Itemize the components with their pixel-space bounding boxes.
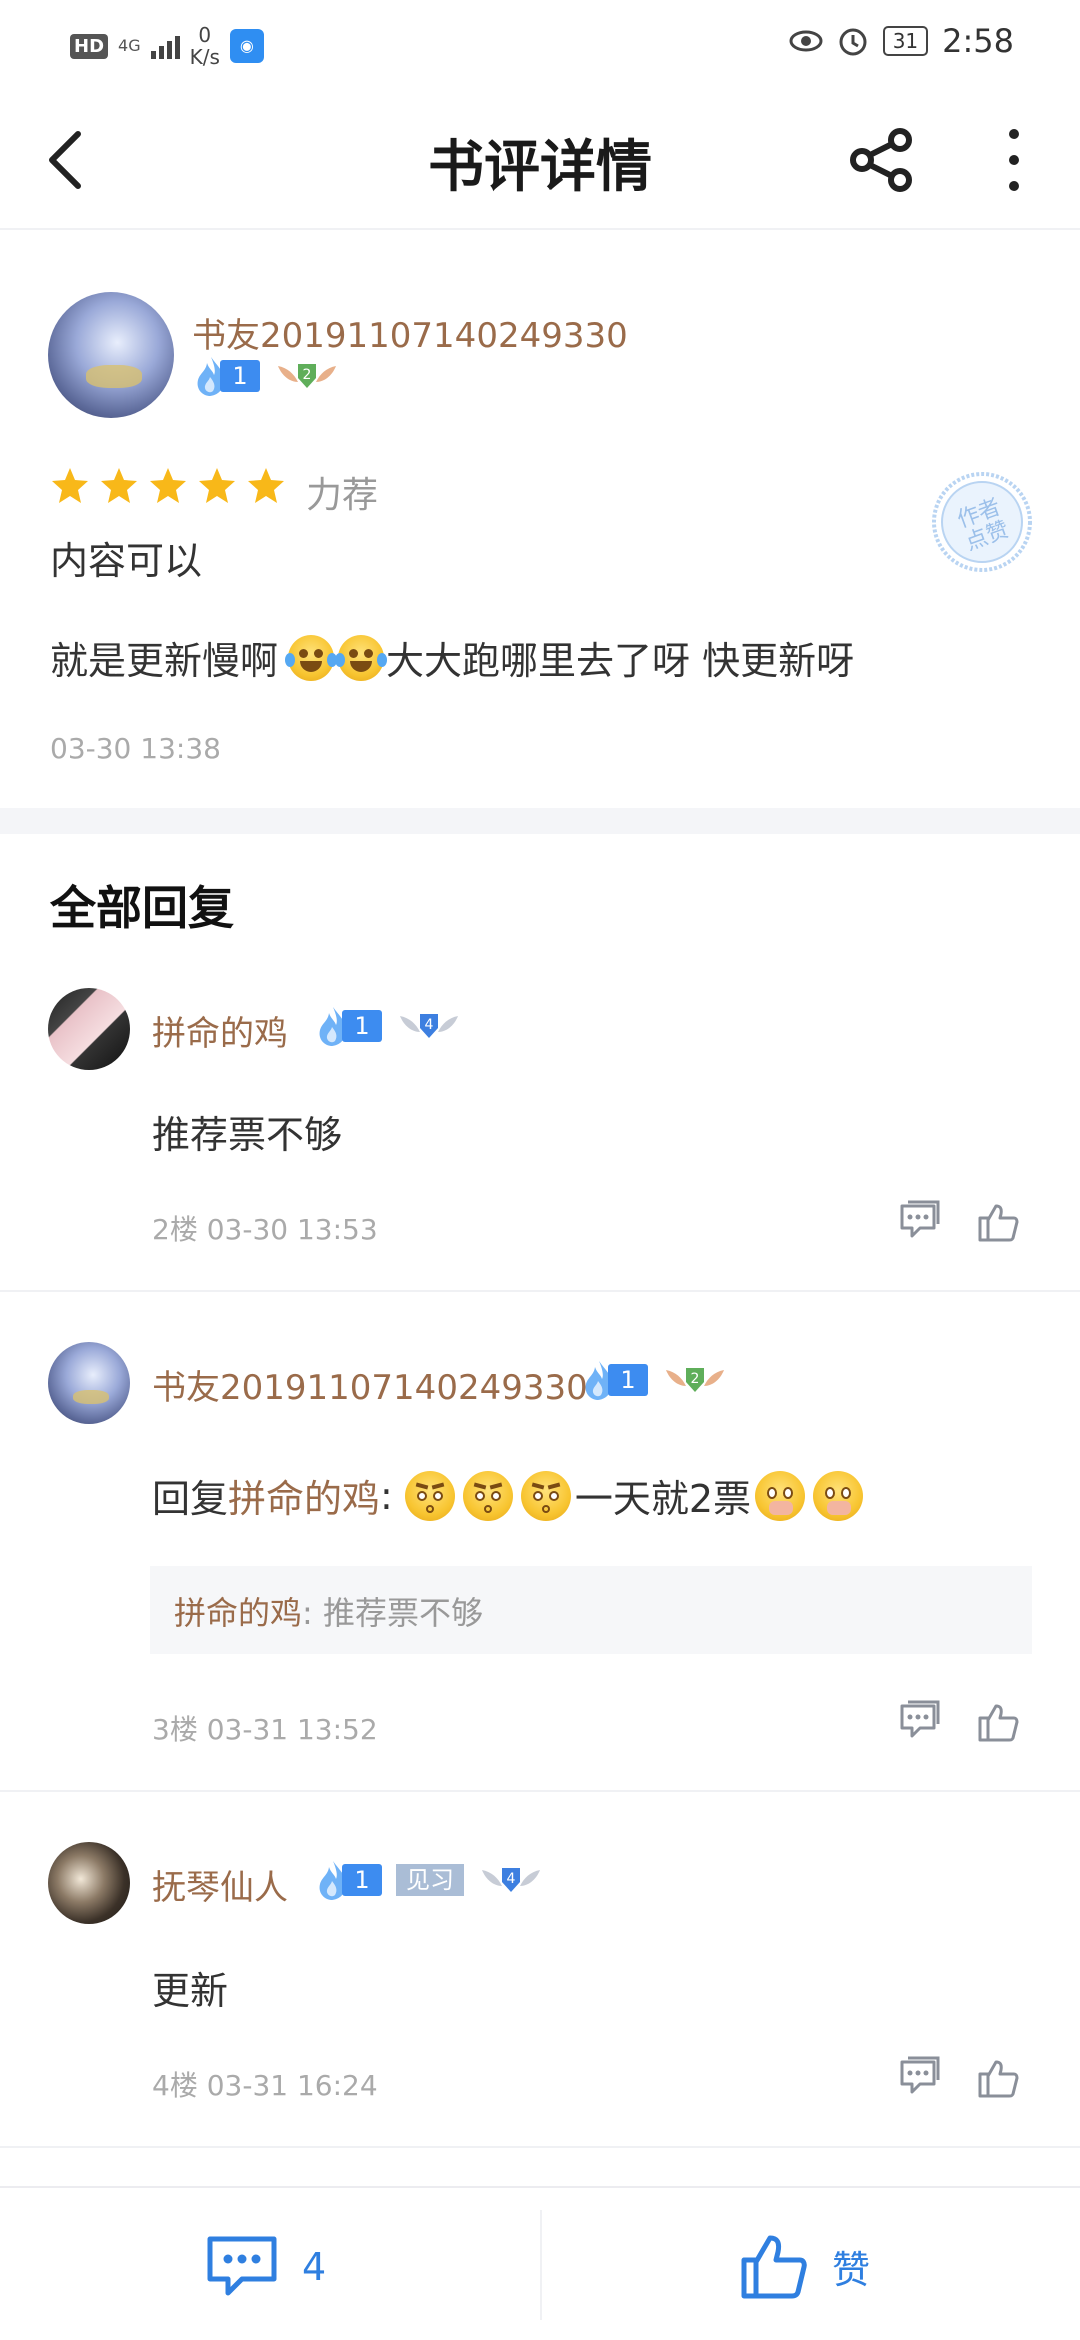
trainee-tag: 见习 bbox=[396, 1864, 464, 1896]
review-subtitle: 内容可以 bbox=[50, 539, 203, 583]
star-icon bbox=[248, 468, 284, 503]
eye-icon bbox=[789, 30, 823, 52]
medal-level: 4 bbox=[425, 1017, 434, 1033]
reply-text: 回复 拼命的鸡: 一天就2票 bbox=[152, 1468, 867, 1523]
row-divider bbox=[0, 1290, 1080, 1292]
more-button[interactable] bbox=[998, 124, 1030, 196]
top-navigation-bar: 书评详情 bbox=[0, 90, 1080, 230]
rating-label: 力荐 bbox=[306, 475, 379, 516]
laugh-cry-emoji bbox=[335, 634, 388, 681]
replies-section-title: 全部回复 bbox=[50, 881, 234, 935]
medal-level: 2 bbox=[303, 367, 312, 383]
comment-bubble-icon bbox=[207, 2236, 277, 2296]
like-label: 赞 bbox=[832, 2247, 871, 2292]
quoted-reply[interactable]: 拼命的鸡: 推荐票不够 bbox=[150, 1566, 1032, 1654]
review-timestamp: 03-30 13:38 bbox=[50, 732, 221, 765]
page-title: 书评详情 bbox=[428, 134, 652, 200]
comment-button[interactable]: 4 bbox=[206, 2232, 506, 2302]
network-type: 4G bbox=[118, 36, 141, 55]
medal-level: 4 bbox=[507, 1871, 516, 1887]
network-speed: 0 K/s bbox=[189, 23, 220, 69]
medal-level: 2 bbox=[691, 1371, 700, 1387]
medal-badge: 4 bbox=[398, 1008, 460, 1044]
medal-badge: 2 bbox=[276, 358, 338, 394]
reply-text: 更新 bbox=[152, 1969, 229, 2013]
row-divider bbox=[0, 1790, 1080, 1792]
more-vertical-icon bbox=[1009, 129, 1019, 191]
thumbs-up-icon[interactable] bbox=[976, 1200, 1020, 1244]
avatar[interactable] bbox=[48, 988, 130, 1070]
fan-level-number: 1 bbox=[342, 1864, 382, 1896]
covering-mouth-emoji bbox=[755, 1470, 806, 1521]
fan-level-badge: 1 bbox=[192, 357, 260, 396]
medal-badge: 4 bbox=[480, 1862, 542, 1898]
fan-level-number: 1 bbox=[342, 1010, 382, 1042]
rating-stars bbox=[50, 466, 286, 506]
alarm-icon bbox=[839, 28, 867, 56]
frown-emoji bbox=[404, 1470, 455, 1521]
hd-indicator: HD bbox=[70, 33, 109, 59]
laugh-cry-emoji bbox=[285, 634, 338, 681]
fan-level-number: 1 bbox=[608, 1364, 648, 1396]
reply-author-badges: 1 2 bbox=[580, 1361, 726, 1400]
quote-text: : 推荐票不够 bbox=[302, 1594, 483, 1632]
thumbs-up-icon[interactable] bbox=[976, 1700, 1020, 1744]
reply-comment-icon[interactable] bbox=[898, 1700, 942, 1744]
section-divider bbox=[0, 808, 1080, 834]
reply-comment-icon[interactable] bbox=[898, 1200, 942, 1244]
share-button[interactable] bbox=[846, 124, 918, 196]
review-body: 就是更新慢啊 大大跑哪里去了呀 快更新呀 bbox=[50, 630, 854, 685]
frown-emoji bbox=[462, 1470, 513, 1521]
reply-floor-time: 2楼 03-30 13:53 bbox=[152, 1213, 378, 1246]
reply-mention[interactable]: 拼命的鸡 bbox=[228, 1468, 380, 1523]
bottom-divider bbox=[540, 2210, 542, 2320]
fan-level-badge: 1 bbox=[580, 1361, 648, 1400]
reply-author[interactable]: 书友20191107140249330 bbox=[152, 1360, 588, 1409]
bottom-action-bar: 4 赞 bbox=[0, 2186, 1080, 2340]
avatar[interactable] bbox=[48, 1842, 130, 1924]
clock: 2:58 bbox=[942, 22, 1014, 60]
thumbs-up-icon[interactable] bbox=[976, 2056, 1020, 2100]
like-button[interactable]: 赞 bbox=[740, 2228, 940, 2304]
medal-badge: 2 bbox=[664, 1362, 726, 1398]
thumbs-up-icon bbox=[741, 2235, 807, 2299]
reply-author-badges: 1 见习 4 bbox=[314, 1861, 542, 1900]
row-divider bbox=[0, 2146, 1080, 2148]
reply-text: 推荐票不够 bbox=[152, 1113, 343, 1157]
star-icon bbox=[52, 468, 88, 503]
avatar[interactable] bbox=[48, 1342, 130, 1424]
share-icon bbox=[850, 128, 912, 192]
hotspot-icon: ◉ bbox=[229, 29, 264, 63]
reply-comment-icon[interactable] bbox=[898, 2056, 942, 2100]
author-liked-stamp: 作者 点赞 bbox=[932, 472, 1032, 572]
reply-author[interactable]: 抚琴仙人 bbox=[152, 1860, 288, 1909]
author-name[interactable]: 书友20191107140249330 bbox=[192, 308, 628, 357]
star-icon bbox=[199, 468, 235, 503]
fan-level-badge: 1 bbox=[314, 1007, 382, 1046]
fan-level-badge: 1 bbox=[314, 1861, 382, 1900]
battery-indicator: 31 bbox=[882, 26, 929, 56]
reply-floor-time: 4楼 03-31 16:24 bbox=[152, 2069, 378, 2102]
reply-author-badges: 1 4 bbox=[314, 1007, 460, 1046]
signal-icon bbox=[150, 33, 180, 59]
author-badges: 1 2 bbox=[192, 357, 338, 396]
star-icon bbox=[101, 468, 137, 503]
quote-author: 拼命的鸡 bbox=[174, 1594, 303, 1632]
star-icon bbox=[150, 468, 186, 503]
reply-floor-time: 3楼 03-31 13:52 bbox=[152, 1713, 378, 1746]
fan-level-number: 1 bbox=[220, 360, 260, 392]
status-bar: HD 4G 0 K/s ◉ 31 2:58 bbox=[0, 0, 1080, 90]
comment-count: 4 bbox=[302, 2245, 327, 2289]
author-avatar[interactable] bbox=[48, 292, 174, 418]
covering-mouth-emoji bbox=[813, 1470, 864, 1521]
reply-author[interactable]: 拼命的鸡 bbox=[152, 1006, 288, 1055]
frown-emoji bbox=[520, 1470, 571, 1521]
